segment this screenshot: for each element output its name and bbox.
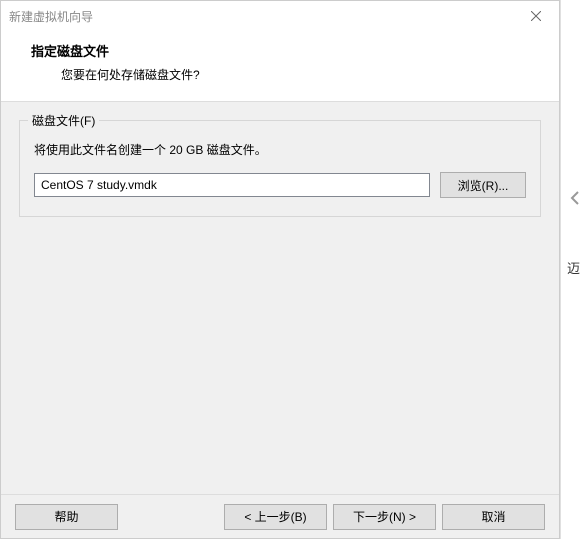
wizard-header: 指定磁盘文件 您要在何处存储磁盘文件? (1, 31, 559, 102)
side-text-fragment: 迈 (567, 258, 580, 277)
page-subtitle: 您要在何处存储磁盘文件? (31, 66, 535, 83)
window-title: 新建虚拟机向导 (9, 8, 521, 25)
wizard-dialog: 新建虚拟机向导 指定磁盘文件 您要在何处存储磁盘文件? 磁盘文件(F) 将使用此… (0, 0, 560, 539)
footer-left: 帮助 (15, 504, 118, 530)
chevron-left-icon (570, 190, 580, 211)
browse-button[interactable]: 浏览(R)... (440, 172, 526, 198)
fieldset-description: 将使用此文件名创建一个 20 GB 磁盘文件。 (34, 141, 526, 158)
wizard-footer: 帮助 < 上一步(B) 下一步(N) > 取消 (1, 494, 559, 538)
disk-filename-input[interactable] (34, 173, 430, 197)
footer-right: < 上一步(B) 下一步(N) > 取消 (118, 504, 545, 530)
content-area: 磁盘文件(F) 将使用此文件名创建一个 20 GB 磁盘文件。 浏览(R)... (1, 102, 559, 494)
file-row: 浏览(R)... (34, 172, 526, 198)
back-button[interactable]: < 上一步(B) (224, 504, 327, 530)
side-panel-edge: 迈 (560, 0, 582, 539)
fieldset-legend: 磁盘文件(F) (28, 112, 99, 129)
help-button[interactable]: 帮助 (15, 504, 118, 530)
page-title: 指定磁盘文件 (31, 41, 535, 60)
disk-file-fieldset: 磁盘文件(F) 将使用此文件名创建一个 20 GB 磁盘文件。 浏览(R)... (19, 120, 541, 217)
cancel-button[interactable]: 取消 (442, 504, 545, 530)
titlebar: 新建虚拟机向导 (1, 1, 559, 31)
close-icon (531, 11, 541, 21)
next-button[interactable]: 下一步(N) > (333, 504, 436, 530)
close-button[interactable] (521, 6, 551, 26)
